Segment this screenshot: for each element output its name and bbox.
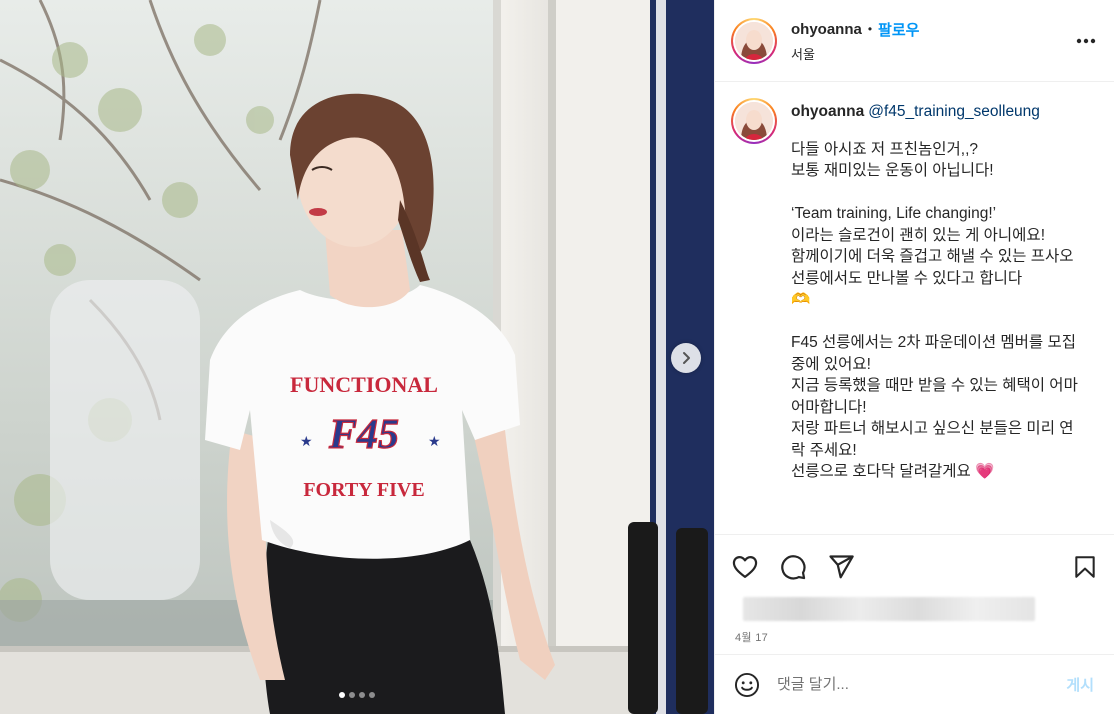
comment-bar: 게시 bbox=[715, 654, 1114, 714]
action-bar bbox=[731, 549, 1098, 585]
profile-picture bbox=[735, 102, 773, 140]
svg-text:★: ★ bbox=[428, 434, 441, 450]
carousel-dot bbox=[359, 692, 365, 698]
location-link[interactable]: 서울 bbox=[791, 44, 1074, 63]
comment-input[interactable] bbox=[777, 676, 1067, 693]
svg-text:★: ★ bbox=[300, 434, 313, 450]
share-button[interactable] bbox=[827, 549, 863, 585]
carousel-indicator bbox=[0, 692, 714, 698]
carousel-dot bbox=[339, 692, 345, 698]
caption-area: ohyoanna @f45_training_seolleung 다들 아시죠 저… bbox=[715, 82, 1114, 534]
bookmark-icon bbox=[1075, 556, 1095, 578]
carousel-dot bbox=[369, 692, 375, 698]
caption: ohyoanna @f45_training_seolleung 다들 아시죠 저… bbox=[791, 98, 1081, 483]
caption-text: 다들 아시죠 저 프친놈인거,,? 보통 재미있는 운동이 아닙니다! ‘Tea… bbox=[791, 140, 1078, 481]
avatar[interactable] bbox=[731, 17, 777, 64]
carousel-dot bbox=[349, 692, 355, 698]
profile-picture bbox=[735, 21, 773, 60]
comment-button[interactable] bbox=[779, 549, 815, 585]
save-button[interactable] bbox=[1062, 549, 1098, 585]
post-side-panel: ohyoanna • 팔로우 서울 ohyoanna @f45_training… bbox=[714, 0, 1114, 714]
likes-count-blurred bbox=[743, 597, 1035, 621]
photo-illustration: FUNCTIONAL F45 FORTY FIVE ★ ★ bbox=[0, 0, 714, 714]
header-text: ohyoanna • 팔로우 서울 bbox=[791, 19, 1074, 63]
instagram-post: FUNCTIONAL F45 FORTY FIVE ★ ★ ohyoanna •… bbox=[0, 0, 1114, 714]
mention-link[interactable]: @f45_training_seolleung bbox=[868, 103, 1040, 120]
shirt-text-top: FUNCTIONAL bbox=[290, 372, 438, 397]
header-separator: • bbox=[867, 22, 873, 36]
carousel-next-button[interactable] bbox=[671, 343, 701, 373]
more-horizontal-icon bbox=[1076, 38, 1096, 43]
caption-username[interactable]: ohyoanna bbox=[791, 103, 864, 120]
emoji-button[interactable] bbox=[731, 669, 763, 701]
actions-area: 4월 17 bbox=[715, 534, 1114, 652]
post-date[interactable]: 4월 17 bbox=[735, 629, 1098, 645]
smiley-icon bbox=[734, 672, 760, 697]
caption-avatar[interactable] bbox=[731, 98, 777, 144]
more-options-button[interactable] bbox=[1074, 29, 1098, 53]
shirt-logo: F45 bbox=[328, 412, 399, 458]
paper-plane-icon bbox=[829, 555, 854, 579]
header-username[interactable]: ohyoanna bbox=[791, 21, 862, 38]
shirt-text-bottom: FORTY FIVE bbox=[303, 479, 424, 501]
comment-icon bbox=[781, 555, 806, 580]
heart-icon bbox=[732, 555, 758, 579]
post-header: ohyoanna • 팔로우 서울 bbox=[715, 0, 1114, 82]
post-comment-button[interactable]: 게시 bbox=[1066, 674, 1094, 695]
chevron-right-icon bbox=[683, 352, 690, 364]
follow-button[interactable]: 팔로우 bbox=[878, 19, 919, 40]
post-photo[interactable]: FUNCTIONAL F45 FORTY FIVE ★ ★ bbox=[0, 0, 714, 714]
like-button[interactable] bbox=[731, 549, 767, 585]
